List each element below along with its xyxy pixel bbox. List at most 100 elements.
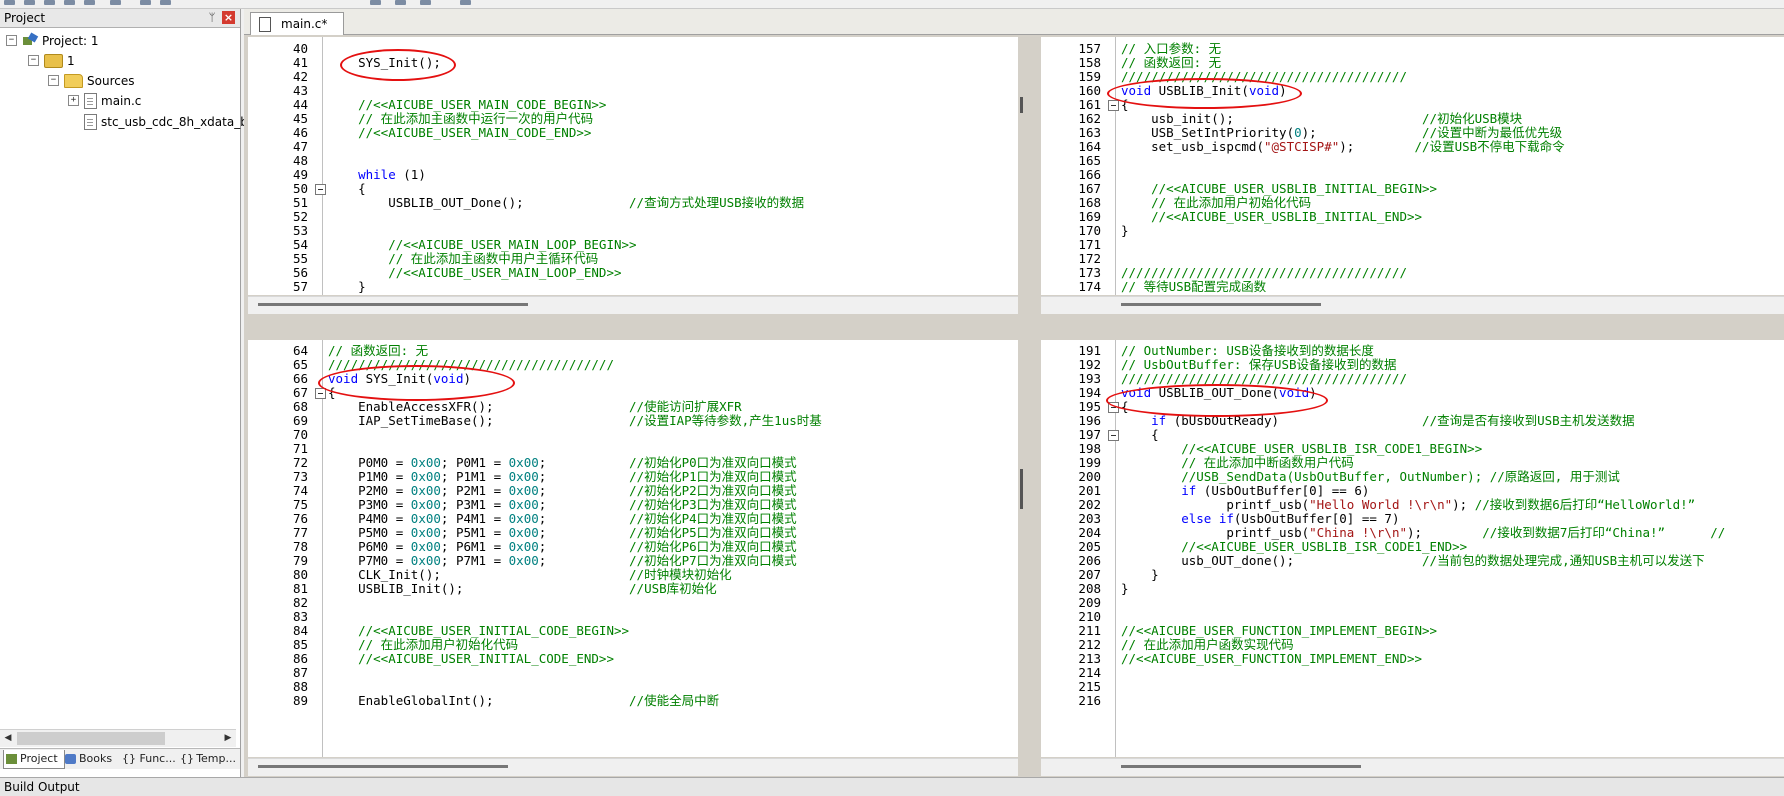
code-token: 0x00 [410, 539, 441, 554]
hscroll-thumb[interactable] [258, 303, 528, 306]
tab-label: {} Func... [122, 752, 176, 765]
new-file-icon[interactable] [4, 0, 15, 5]
code-token: //<<AICUBE_USER_FUNCTION_IMPLEMENT_END>> [1121, 651, 1423, 666]
open-file-icon[interactable] [24, 0, 35, 5]
hscrollbar[interactable] [1041, 296, 1784, 314]
code-token: // 函数返回: 无 [328, 343, 429, 358]
code-token: //设置USB不停电下载命令 [1414, 139, 1565, 154]
collapse-icon[interactable]: − [48, 75, 59, 86]
code-token: P3M0 = [328, 497, 411, 512]
code-token: (UsbOutBuffer[0] == 7) [1233, 511, 1400, 526]
vertical-splitter[interactable] [1024, 37, 1038, 777]
code-token: //查询是否有接收到USB主机发送数据 [1422, 413, 1635, 428]
code-token: 0x00 [508, 469, 539, 484]
fold-margin [1115, 37, 1116, 295]
code-token: ; P1M1 = [440, 469, 509, 484]
collapse-icon[interactable]: − [6, 35, 17, 46]
code-pane-top-right[interactable]: 157// 入口参数: 无 158// 函数返回: 无 159///////////… [1041, 37, 1784, 295]
fold-margin [322, 340, 323, 757]
hscrollbar[interactable] [1041, 758, 1784, 776]
code-pane-bottom-left[interactable]: 64// 函数返回: 无 65//////////////////////////… [248, 340, 1018, 757]
build-output-bar[interactable]: Build Output [0, 777, 1784, 796]
tab-functions[interactable]: {} Func... [118, 750, 177, 768]
code-token: 0x00 [508, 483, 539, 498]
code-token: ; P2M1 = [440, 483, 509, 498]
code-token: P0M0 = [328, 455, 411, 470]
tree-target-node[interactable]: − 1 [28, 52, 75, 69]
code-token: //<<AICUBE_USER_INITIAL_CODE_END>> [328, 651, 614, 666]
code-token: //初始化P6口为准双向口模式 [629, 539, 797, 554]
tree-file-lib[interactable]: stc_usb_cdc_8h_xdata_bl [84, 113, 251, 130]
code-token: { [328, 181, 366, 196]
code-token: USB_SetIntPriority( [1121, 125, 1295, 140]
hscrollbar[interactable] [248, 296, 1018, 314]
code-token: // 入口参数: 无 [1121, 41, 1222, 56]
hscroll-thumb[interactable] [258, 765, 508, 768]
code-text: // 等待USB配置完成函数 [1121, 279, 1266, 295]
copy-icon[interactable] [110, 0, 121, 5]
redo-icon[interactable] [160, 0, 171, 5]
scroll-left-icon[interactable]: ◀ [0, 730, 16, 747]
tab-project[interactable]: Project [3, 750, 65, 769]
code-token: //<<AICUBE_USER_USBLIB_INITIAL_BEGIN>> [1121, 181, 1438, 196]
c-file-icon [84, 92, 97, 109]
code-token: ; P0M1 = [440, 455, 509, 470]
hscroll-thumb[interactable] [1121, 303, 1321, 306]
collapse-icon[interactable]: − [28, 55, 39, 66]
code-token: //<<AICUBE_USER_MAIN_CODE_END>> [328, 125, 592, 140]
pin-icon[interactable]: ᛘ [206, 11, 218, 24]
save-icon[interactable] [44, 0, 55, 5]
fold-collapse-icon[interactable] [1108, 430, 1119, 441]
tree-target-label: 1 [67, 53, 75, 68]
scroll-thumb[interactable] [17, 732, 165, 745]
code-token: ); [1301, 125, 1423, 140]
code-token: //使能访问扩展XFR [629, 399, 742, 414]
code-text: set_usb_ispcmd("@STCISP#"); //设置USB不停电下载… [1121, 139, 1565, 155]
project-tabs: Project Books {} Func... {} Temp... [0, 748, 240, 769]
hscroll-thumb[interactable] [1121, 765, 1361, 768]
code-token: ////////////////////////////////////// [1121, 265, 1407, 280]
code-token: //<<AICUBE_USER_FUNCTION_IMPLEMENT_BEGIN… [1121, 623, 1438, 638]
undo-icon[interactable] [140, 0, 151, 5]
build-icon[interactable] [370, 0, 381, 5]
target-folder-icon [44, 53, 63, 68]
code-token: //当前包的数据处理完成,通知USB主机可以发送下 [1422, 553, 1705, 568]
code-token: IAP_SetTimeBase(); [328, 413, 630, 428]
save-all-icon[interactable] [64, 0, 75, 5]
rebuild-icon[interactable] [395, 0, 406, 5]
download-icon[interactable] [420, 0, 431, 5]
code-token: printf_usb( [1121, 525, 1310, 540]
line-number: 57 [292, 279, 308, 294]
code-text: EnableGlobalInt(); //使能全局中断 [328, 693, 719, 709]
code-token: //时钟模块初始化 [629, 567, 732, 582]
code-token: // 在此添加用户初始化代码 [328, 637, 519, 652]
hscrollbar[interactable] [248, 758, 1018, 776]
tab-main-c[interactable]: main.c* [250, 12, 344, 35]
tree-file-main[interactable]: + main.c [68, 92, 141, 109]
tree-project-node[interactable]: − Project: 1 [6, 32, 99, 49]
code-token: //初始化USB模块 [1422, 111, 1523, 126]
cut-icon[interactable] [84, 0, 95, 5]
tab-templates[interactable]: {} Temp... [176, 750, 242, 768]
project-hscrollbar[interactable]: ◀ ▶ [0, 729, 236, 747]
tree-group-node[interactable]: − Sources [48, 72, 134, 89]
code-token: 0x00 [410, 511, 441, 526]
code-token: 0x00 [410, 497, 441, 512]
vscroll-thumb[interactable] [1020, 97, 1023, 113]
code-text: } [328, 279, 366, 295]
options-icon[interactable] [460, 0, 471, 5]
code-token: "@STCISP#" [1264, 139, 1340, 154]
code-token: //接收到数据7后打印“China!” // [1482, 525, 1726, 540]
file-icon [259, 17, 271, 32]
expand-icon[interactable]: + [68, 95, 79, 106]
tab-label: Project [20, 752, 58, 765]
scroll-right-icon[interactable]: ▶ [220, 730, 236, 747]
vscroll-thumb[interactable] [1020, 469, 1023, 509]
horizontal-splitter[interactable] [244, 315, 1784, 337]
fold-collapse-icon[interactable] [1108, 100, 1119, 111]
close-panel-button[interactable]: × [222, 11, 235, 24]
code-token: } [328, 279, 366, 294]
fold-collapse-icon[interactable] [315, 184, 326, 195]
code-token: ////////////////////////////////////// [1121, 371, 1407, 386]
